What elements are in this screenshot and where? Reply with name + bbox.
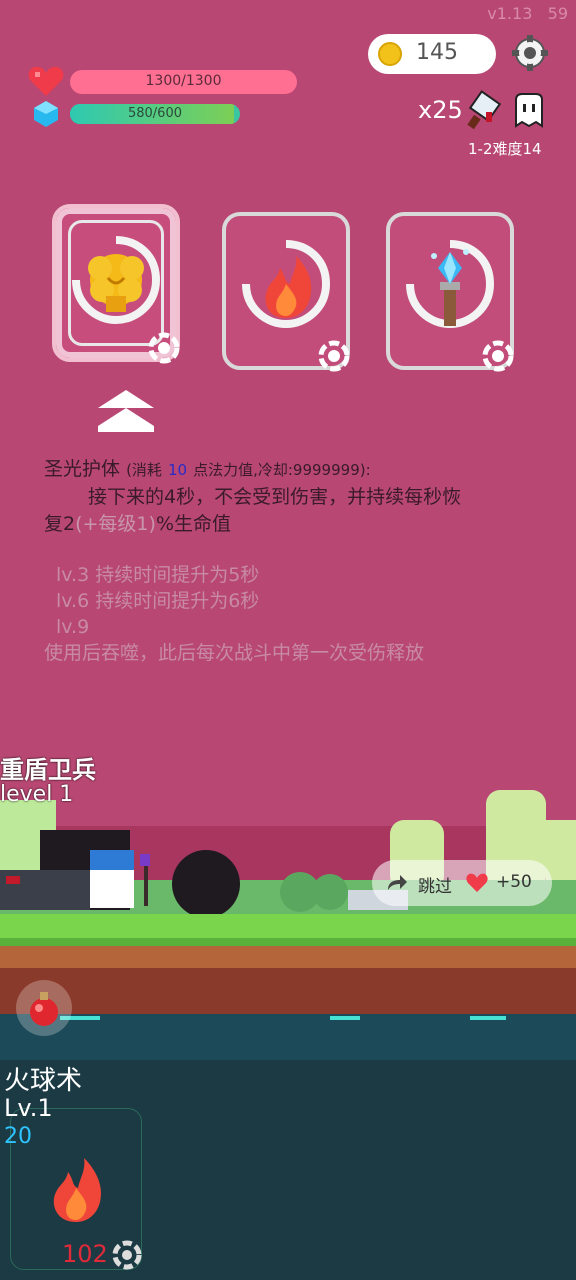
skip-button[interactable]: 跳过 +50: [372, 860, 552, 906]
coin-amount: 145: [416, 40, 458, 65]
skip-label: 跳过: [418, 877, 452, 897]
water-shine: [470, 1016, 506, 1020]
fps-counter: 59: [547, 4, 568, 23]
hp-bar: 1300/1300: [70, 70, 297, 94]
reroll-icon[interactable]: [110, 1238, 144, 1272]
ghost-icon: [515, 93, 543, 128]
active-skill-name: 火球术: [4, 1066, 83, 1096]
potion-icon: [30, 992, 58, 1026]
skill-title: 圣光护体: [44, 458, 121, 480]
upgrade-arrow-icon: [98, 390, 154, 432]
active-skill-cost: 20: [4, 1124, 32, 1149]
effect-line-2: 复2(+每级1)%生命值: [44, 513, 231, 535]
coin-icon: [378, 42, 402, 66]
skill-title-line: 圣光护体 (消耗 10 点法力值,冷却:9999999):: [44, 458, 371, 480]
mana-cost: 10: [167, 461, 188, 479]
ground-dirt-deep: [0, 968, 576, 1020]
ice-torch-icon: [406, 240, 495, 329]
heart-icon: [466, 873, 488, 892]
upgrade-lv6: lv.6 持续时间提升为6秒: [56, 590, 260, 612]
mp-bar: 580/600: [70, 104, 240, 124]
stage-difficulty: 1-2难度14: [468, 140, 542, 158]
fire-icon: [53, 1158, 102, 1222]
version-label: v1.13 59: [487, 4, 568, 23]
skill-card-ice-torch[interactable]: [386, 212, 514, 372]
enemy-name: 重盾卫兵: [0, 756, 96, 784]
skip-bonus: +50: [496, 872, 532, 892]
active-skill-cooldown: 102: [62, 1240, 108, 1268]
water-shine: [330, 1016, 360, 1020]
gear-icon[interactable]: [510, 33, 550, 73]
heart-icon: [28, 66, 64, 96]
enemy-level: level 1: [0, 782, 74, 807]
upgrade-lv9-desc: 使用后吞噬，此后每次战斗中第一次受伤释放: [44, 642, 425, 664]
mana-gem-icon: [34, 101, 58, 127]
skill-card-holy-shield[interactable]: [52, 204, 180, 364]
skill-description: 圣光护体 (消耗 10 点法力值,冷却:9999999): 接下来的4秒，不会受…: [44, 456, 544, 666]
skill-card-fire[interactable]: [222, 212, 350, 372]
coin-counter: 145: [368, 34, 496, 74]
effect-line-1: 接下来的4秒，不会受到伤害，并持续每秒恢: [88, 486, 462, 508]
hp-text: 1300/1300: [145, 73, 222, 89]
share-arrow-icon: [388, 875, 407, 890]
reroll-icon[interactable]: [146, 330, 182, 366]
upgrade-lv9: lv.9: [56, 616, 90, 638]
reroll-icon[interactable]: [480, 338, 516, 374]
mp-text: 580/600: [127, 106, 182, 121]
reroll-icon[interactable]: [316, 338, 352, 374]
cleaver-icon: [467, 90, 502, 130]
health-potion-button[interactable]: [16, 980, 72, 1036]
fire-icon: [242, 240, 331, 329]
kill-multiplier: x25: [418, 96, 463, 124]
active-skill-level: Lv.1: [4, 1094, 53, 1122]
golden-shield-icon: [72, 236, 161, 325]
upgrade-lv3: lv.3 持续时间提升为5秒: [56, 564, 260, 586]
